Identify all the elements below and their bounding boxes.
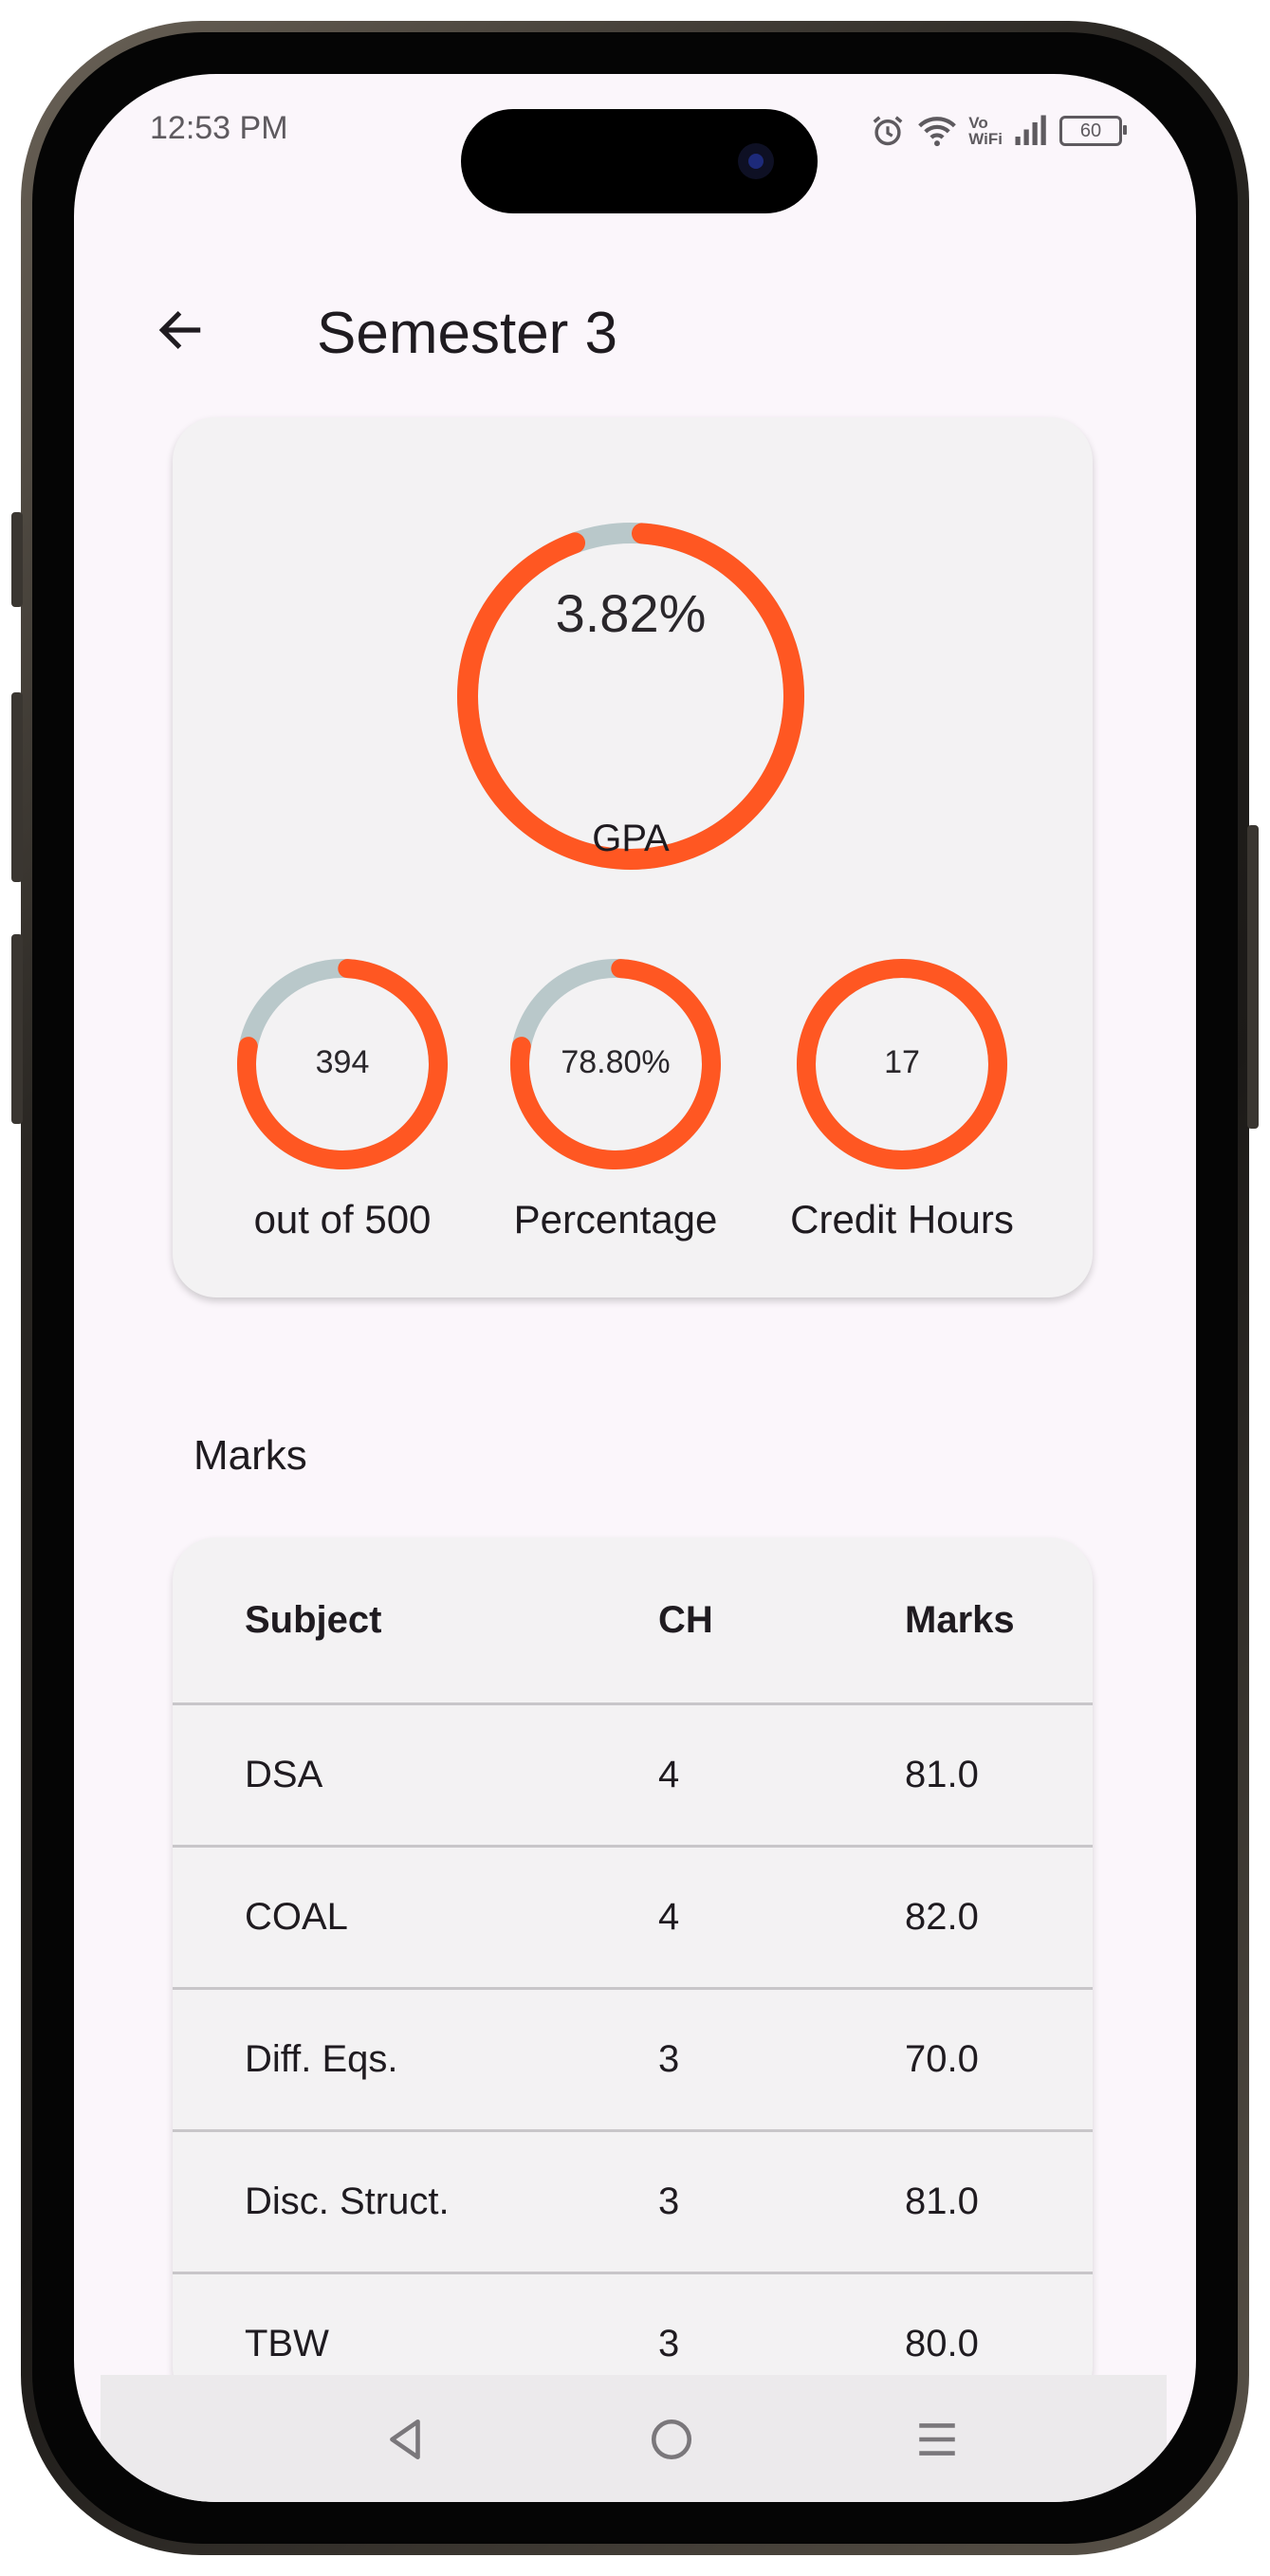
ch-cell: 4 <box>658 1754 680 1795</box>
screen: 12:53 PM Vo WiFi 60 Semester 3 3.82% GPA… <box>74 74 1196 2502</box>
credit-hours-caption: Credit Hours <box>790 1197 1014 1242</box>
marks-cell: 81.0 <box>905 1754 979 1795</box>
table-header: Subject CH Marks <box>173 1537 1093 1705</box>
volume-up-button <box>11 692 23 882</box>
nav-menu-button[interactable] <box>899 2401 975 2477</box>
alarm-icon <box>870 113 906 149</box>
subject-cell: DSA <box>245 1754 323 1795</box>
table-row: COAL 4 82.0 <box>173 1848 1093 1990</box>
app-bar: Semester 3 <box>74 264 1196 377</box>
ch-cell: 3 <box>658 2180 680 2222</box>
vowifi-icon: Vo WiFi <box>968 114 1003 148</box>
subject-cell: Diff. Eqs. <box>245 2038 398 2080</box>
status-icons: Vo WiFi 60 <box>870 112 1127 150</box>
credit-hours-value: 17 <box>884 1044 920 1080</box>
nav-back-button[interactable] <box>368 2401 444 2477</box>
battery-level: 60 <box>1079 120 1102 141</box>
marks-value: 394 <box>315 1044 370 1080</box>
marks-cell: 70.0 <box>905 2038 979 2080</box>
page-title: Semester 3 <box>317 301 618 366</box>
status-time: 12:53 PM <box>150 110 288 146</box>
status-bar: 12:53 PM Vo WiFi 60 <box>74 74 1196 213</box>
marks-cell: 81.0 <box>905 2180 979 2222</box>
gpa-caption: GPA <box>592 818 670 859</box>
back-button[interactable] <box>142 292 218 368</box>
battery-icon: 60 <box>1059 116 1127 146</box>
percentage-caption: Percentage <box>513 1197 718 1242</box>
percentage-value: 78.80% <box>561 1044 671 1080</box>
gpa-value: 3.82% <box>555 583 707 643</box>
back-triangle-icon <box>390 2419 420 2460</box>
power-button <box>1247 825 1259 1129</box>
marks-cell: 82.0 <box>905 1896 979 1938</box>
subject-cell: Disc. Struct. <box>245 2180 450 2222</box>
ch-cell: 3 <box>658 2038 680 2080</box>
table-row: Disc. Struct. 3 81.0 <box>173 2132 1093 2274</box>
dynamic-island <box>461 109 818 213</box>
subject-cell: COAL <box>245 1896 348 1938</box>
signal-icon <box>1014 115 1048 147</box>
menu-lines-icon <box>919 2423 955 2456</box>
table-row: DSA 4 81.0 <box>173 1705 1093 1848</box>
silent-switch <box>11 512 23 607</box>
header-marks: Marks <box>905 1598 1015 1641</box>
system-nav-bar <box>101 2375 1167 2502</box>
header-subject: Subject <box>245 1598 382 1641</box>
front-camera <box>738 143 774 179</box>
marks-table: Subject CH Marks DSA 4 81.0 COAL 4 82.0 … <box>173 1537 1093 2410</box>
arrow-left-icon <box>158 311 201 349</box>
marks-caption: out of 500 <box>253 1197 432 1242</box>
header-ch: CH <box>658 1598 713 1641</box>
wifi-icon <box>917 114 957 148</box>
nav-home-button[interactable] <box>634 2401 709 2477</box>
ch-cell: 4 <box>658 1896 680 1938</box>
marks-section-title: Marks <box>193 1432 307 1479</box>
summary-card: 3.82% GPA 394 out of 500 78.80% Percenta… <box>173 417 1093 1297</box>
volume-down-button <box>11 934 23 1124</box>
table-row: Diff. Eqs. 3 70.0 <box>173 1990 1093 2132</box>
home-circle-icon <box>651 2419 692 2460</box>
